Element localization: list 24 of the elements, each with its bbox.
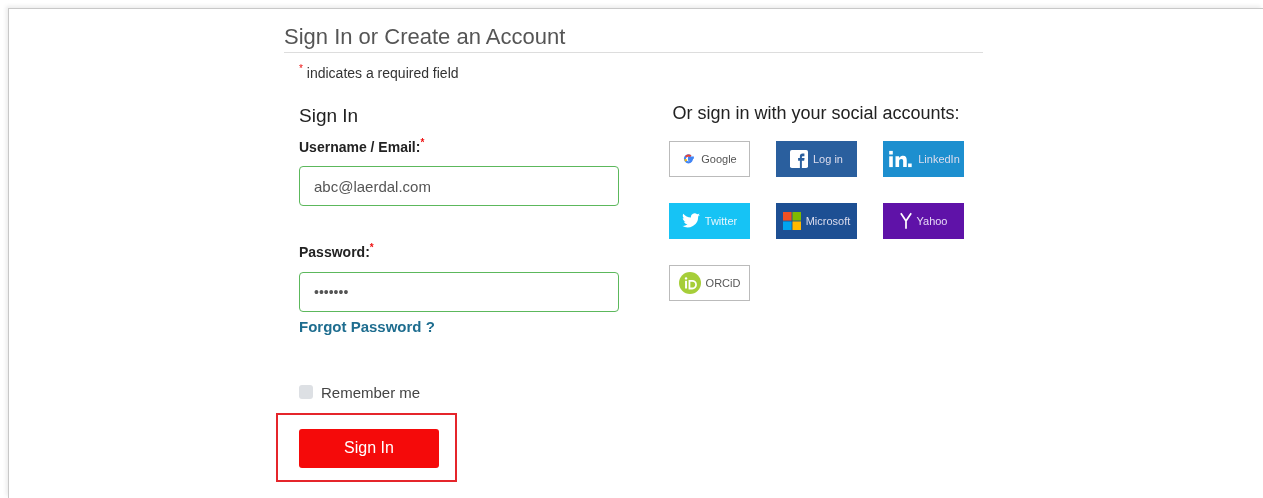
social-login-button[interactable]: Yahoo [883,202,964,239]
social-login-button[interactable]: Log in [776,140,857,177]
username-field[interactable]: abc@laerdal.com [299,166,619,207]
social-login-button[interactable]: ORCiD [669,264,750,301]
checkbox[interactable] [299,385,313,400]
windows-logo-icon [782,211,801,230]
page-title: Sign In or Create an Account [284,24,983,53]
social-login-button[interactable]: Microsoft [776,202,857,239]
sign-in-heading: Sign In [299,104,360,127]
sign-in-button[interactable]: Sign In [299,428,439,468]
field-label: Username / Email:$^{*}$ [299,136,426,155]
g-logo-icon [682,151,697,166]
field-label: Password:$^{*}$ [299,242,375,260]
password-field[interactable]: ••••••• [299,271,619,312]
id-logo-icon [678,271,701,294]
linkedin-logo-icon [887,149,914,168]
required-note: $^{*}$ indicates a required field [299,63,460,81]
bird-icon [681,213,700,229]
social-login-button[interactable]: Google [669,140,750,177]
y-logo-icon [899,211,912,230]
remember-label: Remember me [321,383,421,401]
social-heading: Or sign in with your social accounts: [671,101,961,125]
f-logo-icon [790,149,808,168]
forgot-password-link[interactable]: Forgot Password ? [299,317,435,335]
